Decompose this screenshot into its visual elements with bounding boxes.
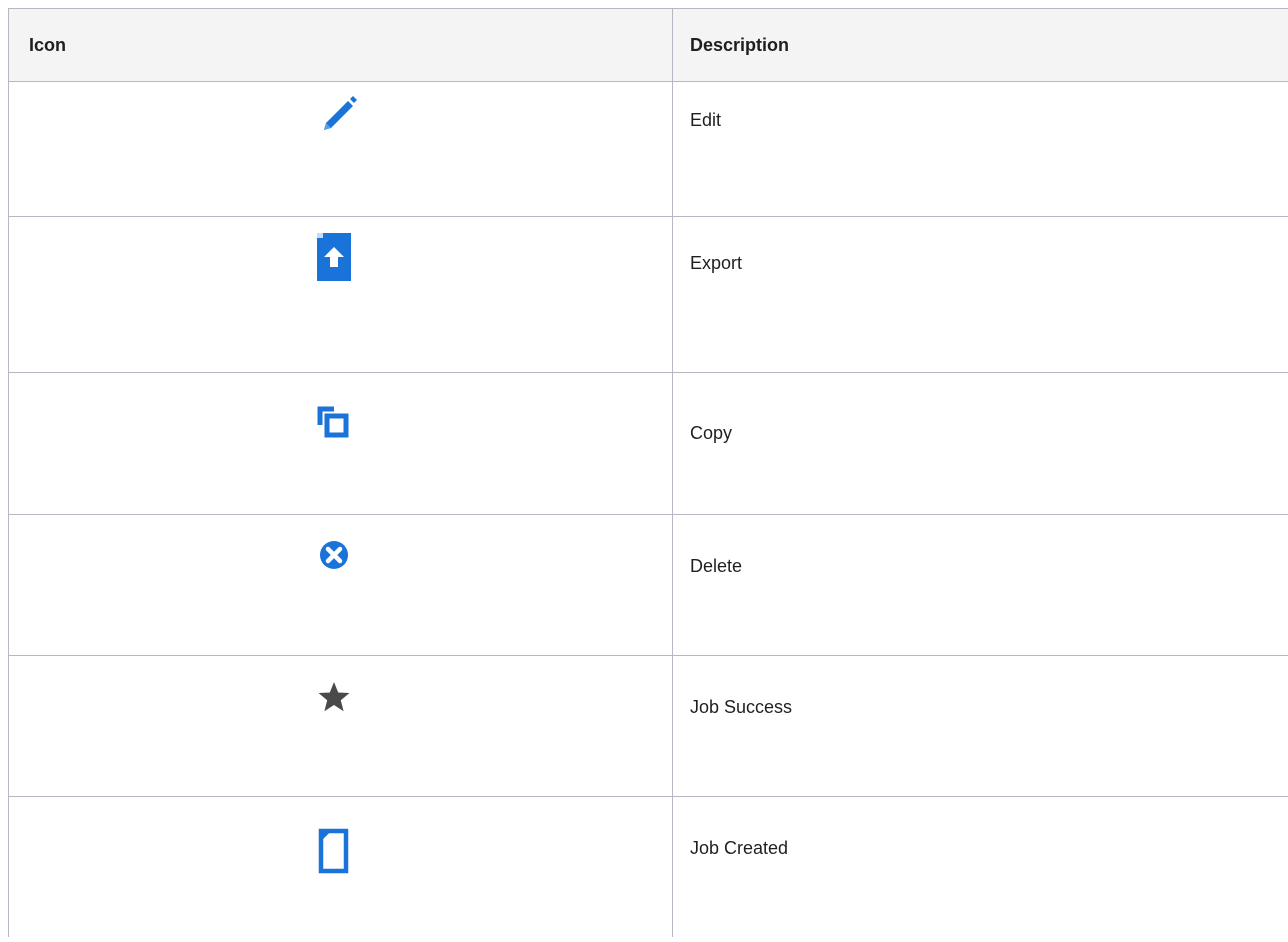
description-cell: Job Success	[672, 655, 1288, 797]
star-icon	[304, 674, 364, 730]
description-text: Job Success	[690, 697, 793, 717]
header-icon-column: Icon	[8, 8, 673, 82]
table-row: Copy	[8, 372, 1288, 515]
table-header-row: Icon Description	[8, 8, 1288, 82]
description-text: Edit	[690, 110, 722, 130]
table-row: Edit	[8, 81, 1288, 217]
description-text: Delete	[690, 556, 743, 576]
table-row: Export	[8, 216, 1288, 373]
delete-circle-x-icon	[304, 533, 364, 589]
description-cell: Copy	[672, 372, 1288, 515]
table-row: Delete	[8, 514, 1288, 656]
export-upload-icon	[304, 229, 364, 285]
description-text: Export	[690, 253, 743, 273]
icon-cell	[8, 81, 673, 217]
description-text: Job Created	[690, 838, 789, 858]
icon-cell	[8, 216, 673, 373]
description-cell: Job Created	[672, 796, 1288, 937]
icon-cell	[8, 796, 673, 937]
icon-cell	[8, 372, 673, 515]
description-cell: Export	[672, 216, 1288, 373]
copy-icon	[304, 395, 364, 451]
description-cell: Delete	[672, 514, 1288, 656]
icon-cell	[8, 514, 673, 656]
pencil-edit-icon	[304, 88, 364, 144]
description-text: Copy	[690, 423, 733, 443]
icon-description-table: Icon Description Edit Export Copy Delete…	[8, 8, 1288, 937]
header-description-column: Description	[672, 8, 1288, 82]
table-row: Job Success	[8, 655, 1288, 797]
description-cell: Edit	[672, 81, 1288, 217]
table-row: Job Created	[8, 796, 1288, 937]
document-icon	[304, 821, 364, 877]
icon-cell	[8, 655, 673, 797]
